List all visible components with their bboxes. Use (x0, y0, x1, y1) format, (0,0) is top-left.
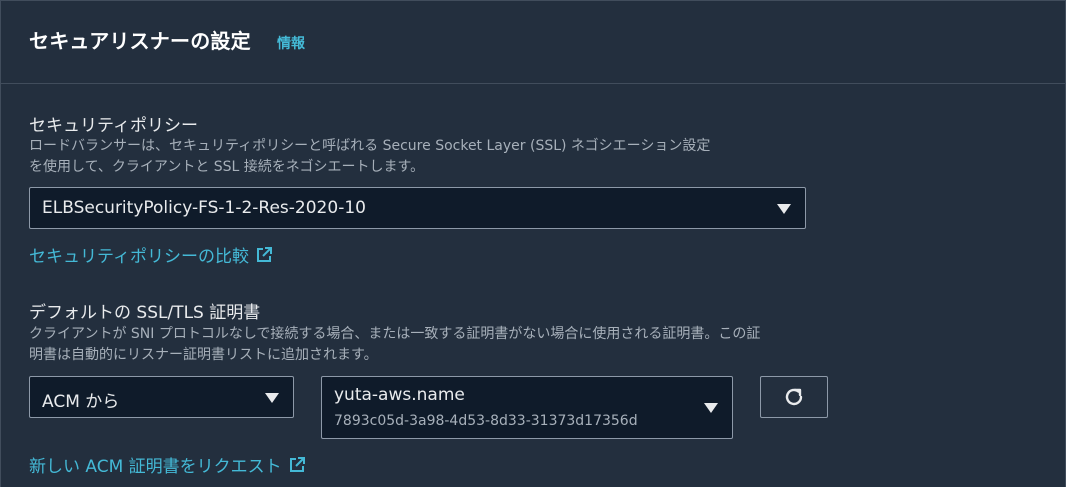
refresh-icon (785, 388, 803, 406)
default-cert-label: デフォルトの SSL/TLS 証明書 (29, 303, 261, 323)
panel-header: セキュアリスナーの設定 情報 (1, 1, 1065, 84)
cert-source-selected-value: ACM から (42, 392, 120, 412)
caret-down-icon (777, 204, 791, 214)
external-link-icon (256, 246, 272, 262)
security-policy-selected-value: ELBSecurityPolicy-FS-1-2-Res-2020-10 (42, 198, 366, 218)
security-policy-label: セキュリティポリシー (29, 116, 198, 136)
secure-listener-panel: セキュアリスナーの設定 情報 セキュリティポリシー ロードバランサーは、セキュリ… (0, 0, 1066, 487)
external-link-icon (289, 456, 305, 472)
caret-down-icon (265, 393, 279, 403)
default-cert-description: クライアントが SNI プロトコルなしで接続する場合、または一致する証明書がない… (29, 324, 760, 366)
refresh-certificates-button[interactable] (760, 376, 828, 418)
request-acm-certificate-label: 新しい ACM 証明書をリクエスト (29, 457, 282, 477)
cert-source-select[interactable]: ACM から (29, 376, 294, 418)
compare-security-policies-link[interactable]: セキュリティポリシーの比較 (29, 242, 273, 267)
compare-security-policies-label: セキュリティポリシーの比較 (29, 247, 249, 267)
security-policy-description: ロードバランサーは、セキュリティポリシーと呼ばれる Secure Socket … (29, 136, 710, 178)
caret-down-icon (704, 403, 718, 413)
panel-title: セキュアリスナーの設定 (29, 29, 251, 53)
default-cert-description-line1: クライアントが SNI プロトコルなしで接続する場合、または一致する証明書がない… (29, 326, 761, 342)
security-policy-select[interactable]: ELBSecurityPolicy-FS-1-2-Res-2020-10 (29, 187, 806, 229)
default-cert-description-line2: 明書は自動的にリスナー証明書リストに追加されます。 (29, 347, 378, 363)
certificate-name: yuta-aws.name (334, 385, 465, 405)
certificate-id: 7893c05d-3a98-4d53-8d33-31373d17356d (334, 413, 638, 429)
request-acm-certificate-link[interactable]: 新しい ACM 証明書をリクエスト (29, 452, 306, 477)
panel-body: セキュリティポリシー ロードバランサーは、セキュリティポリシーと呼ばれる Sec… (1, 84, 1065, 487)
security-policy-description-line2: を使用して、クライアントと SSL 接続をネゴシエートします。 (29, 159, 425, 175)
certificate-select[interactable]: yuta-aws.name 7893c05d-3a98-4d53-8d33-31… (321, 376, 733, 439)
security-policy-description-line1: ロードバランサーは、セキュリティポリシーと呼ばれる Secure Socket … (29, 138, 711, 154)
info-link[interactable]: 情報 (277, 33, 305, 53)
